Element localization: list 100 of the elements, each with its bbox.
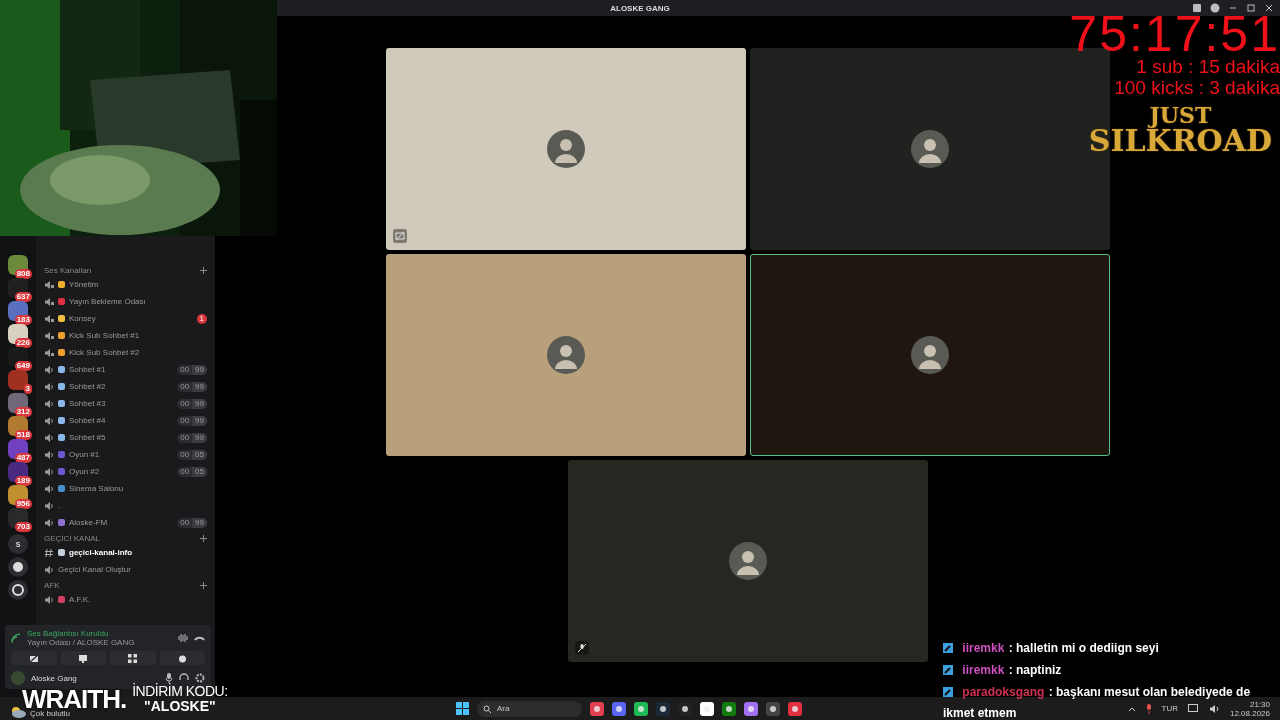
app-icon[interactable] bbox=[788, 701, 802, 716]
app-icon[interactable] bbox=[678, 701, 692, 716]
video-tile[interactable] bbox=[568, 460, 928, 662]
channel-item[interactable]: Sinema Salonu bbox=[36, 480, 215, 497]
channel-name: . bbox=[58, 501, 62, 510]
inbox-icon[interactable] bbox=[1192, 3, 1202, 13]
channel-item[interactable]: Aloske-FM 00 99 bbox=[36, 514, 215, 531]
video-tile[interactable] bbox=[750, 254, 1110, 456]
channel-item[interactable]: Oyun #1 00 05 bbox=[36, 446, 215, 463]
start-icon[interactable] bbox=[456, 702, 469, 715]
search-field[interactable]: Ara bbox=[477, 700, 582, 717]
settings-icon[interactable] bbox=[195, 673, 205, 683]
chevron-up-icon[interactable] bbox=[1127, 705, 1136, 712]
camera-off-icon bbox=[28, 653, 39, 663]
app-icon[interactable] bbox=[656, 701, 670, 716]
channel-item[interactable]: Geçici Kanal Oluştur bbox=[36, 561, 215, 578]
channel-item[interactable]: Yönetim bbox=[36, 276, 215, 293]
user-limit-badge: 00 99 bbox=[177, 381, 207, 392]
channel-name: Konsey bbox=[69, 314, 97, 323]
channel-name: Kick Sub Sohbet #1 bbox=[69, 331, 141, 340]
window-title: ALOSKE GANG bbox=[610, 3, 670, 13]
close-icon[interactable] bbox=[1264, 3, 1274, 13]
brand-logo: WRAITH. bbox=[22, 689, 127, 709]
username: Aloske Gang bbox=[31, 673, 78, 683]
screen-off-icon[interactable] bbox=[393, 229, 407, 243]
channel-name: Sinema Salonu bbox=[69, 484, 125, 493]
channel-item[interactable]: Konsey 1 bbox=[36, 310, 215, 327]
compass-icon[interactable] bbox=[8, 580, 28, 600]
channel-item[interactable]: Kick Sub Sohbet #1 bbox=[36, 327, 215, 344]
channel-item[interactable]: Sohbet #4 00 99 bbox=[36, 412, 215, 429]
channel-item[interactable]: Sohbet #3 00 99 bbox=[36, 395, 215, 412]
channel-item[interactable]: . bbox=[36, 497, 215, 514]
channel-name: A.F.K. bbox=[69, 595, 92, 604]
search-icon bbox=[483, 704, 491, 713]
headphones-icon[interactable] bbox=[179, 673, 189, 683]
user-limit-badge: 00 05 bbox=[177, 449, 207, 460]
microphone-icon[interactable] bbox=[165, 673, 173, 683]
user-limit-badge: 00 05 bbox=[177, 466, 207, 477]
grid-icon bbox=[128, 653, 138, 663]
soundboard-button[interactable] bbox=[159, 651, 205, 665]
channel-item[interactable]: A.F.K. bbox=[36, 591, 215, 608]
channel-item[interactable]: Kick Sub Sohbet #2 bbox=[36, 344, 215, 361]
screen-share-button[interactable] bbox=[60, 651, 106, 665]
badge-icon bbox=[943, 643, 953, 653]
add-channel-icon[interactable] bbox=[200, 582, 207, 589]
user-avatar bbox=[911, 130, 949, 168]
maximize-icon[interactable] bbox=[1246, 3, 1256, 13]
timer-rule: 1 sub : 15 dakika bbox=[1136, 56, 1280, 77]
app-icon[interactable] bbox=[722, 701, 736, 716]
stream-tile[interactable] bbox=[386, 48, 746, 250]
language-indicator[interactable]: TUR bbox=[1161, 704, 1178, 713]
app-icon[interactable] bbox=[700, 701, 714, 716]
user-avatar bbox=[911, 336, 949, 374]
channel-item[interactable]: Yayın Bekleme Odası bbox=[36, 293, 215, 310]
app-icon[interactable] bbox=[612, 701, 626, 716]
channel-name: Geçici Kanal Oluştur bbox=[58, 565, 132, 574]
mention-badge: 1 bbox=[196, 313, 207, 324]
add-channel-icon[interactable] bbox=[200, 535, 207, 542]
channel-name: Oyun #1 bbox=[69, 450, 101, 459]
channel-name: Yönetim bbox=[69, 280, 100, 289]
microphone-icon[interactable] bbox=[1145, 703, 1152, 714]
category-header[interactable]: GEÇİCİ KANAL bbox=[44, 534, 100, 543]
app-icon[interactable] bbox=[744, 701, 758, 716]
category-header[interactable]: Ses Kanalları bbox=[44, 266, 92, 275]
app-icon[interactable] bbox=[634, 701, 648, 716]
activities-button[interactable] bbox=[110, 651, 156, 665]
channel-item[interactable]: geçici-kanal-info bbox=[36, 544, 215, 561]
speaker-icon bbox=[44, 564, 54, 575]
app-icon[interactable] bbox=[590, 701, 604, 716]
network-icon[interactable] bbox=[1187, 703, 1199, 714]
channel-name: Sohbet #5 bbox=[69, 433, 107, 442]
channel-item[interactable]: Sohbet #1 00 99 bbox=[36, 361, 215, 378]
channel-name: Yayın Bekleme Odası bbox=[69, 297, 147, 306]
unread-badge: 312 bbox=[14, 407, 32, 417]
user-avatar bbox=[547, 336, 585, 374]
camera-off-button[interactable] bbox=[11, 651, 57, 665]
user-limit-badge: 00 99 bbox=[177, 398, 207, 409]
channel-item[interactable]: Sohbet #5 00 99 bbox=[36, 429, 215, 446]
signal-icon bbox=[11, 633, 21, 643]
monitor-icon bbox=[78, 653, 89, 663]
app-icon[interactable] bbox=[766, 701, 780, 716]
add-channel-icon[interactable] bbox=[200, 267, 207, 274]
voice-location[interactable]: Yayın Odası / ALOSKE GANG bbox=[27, 638, 172, 647]
disconnect-icon[interactable] bbox=[194, 634, 205, 642]
chat-message-line: ikmet etmem bbox=[943, 706, 1017, 720]
weather-text: Çok bulutlu bbox=[30, 709, 71, 718]
badge-icon bbox=[943, 665, 953, 675]
channel-item[interactable]: Sohbet #2 00 99 bbox=[36, 378, 215, 395]
user-limit-badge: 00 99 bbox=[177, 415, 207, 426]
channel-name: Sohbet #1 bbox=[69, 365, 107, 374]
chat-message: iiremkk : naptiniz bbox=[943, 659, 1278, 681]
category-header[interactable]: AFK bbox=[44, 581, 60, 590]
user-limit-badge: 00 99 bbox=[177, 432, 207, 443]
user-limit-badge: 00 99 bbox=[177, 364, 207, 375]
channel-item[interactable]: Oyun #2 00 05 bbox=[36, 463, 215, 480]
unread-badge: 703 bbox=[14, 522, 32, 532]
video-tile[interactable] bbox=[386, 254, 746, 456]
volume-icon[interactable] bbox=[1208, 703, 1220, 714]
channel-name: Aloske-FM bbox=[69, 518, 109, 527]
user-avatar bbox=[547, 130, 585, 168]
